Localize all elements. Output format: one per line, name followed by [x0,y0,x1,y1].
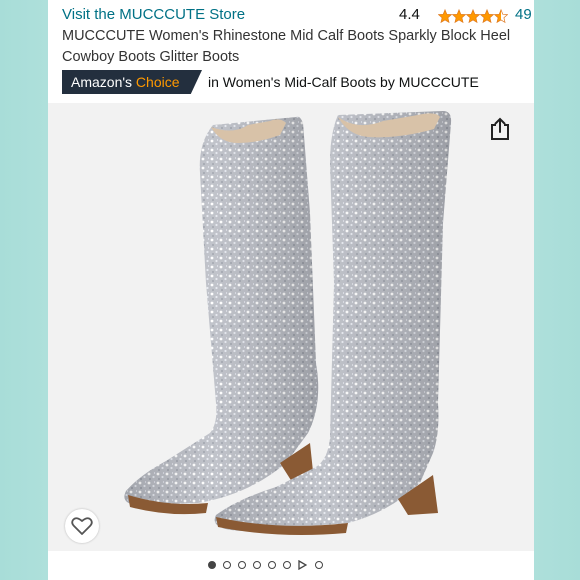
star-icon [480,9,494,23]
amazons-choice-badge[interactable]: Amazon's Choice [62,70,202,94]
product-image-boots [124,111,452,535]
star-rating[interactable] [438,8,508,24]
rating-value: 4.4 [399,6,420,23]
product-title: MUCCCUTE Women's Rhinestone Mid Calf Boo… [62,28,511,65]
rating-count-link[interactable]: 49 [515,6,532,23]
carousel-dot[interactable] [223,561,231,569]
star-icon [438,9,452,23]
star-icon [466,9,480,23]
carousel-dot[interactable] [238,561,246,569]
share-icon [491,117,509,140]
favorite-button[interactable] [65,509,99,543]
left-boot [124,116,319,515]
carousel-video-indicator[interactable] [298,560,308,570]
badge-prefix: Amazon's [71,74,133,90]
store-link[interactable]: Visit the MUCCCUTE Store [62,6,245,23]
badge-category[interactable]: in Women's Mid-Calf Boots by MUCCCUTE [208,74,479,90]
carousel-dot[interactable] [253,561,261,569]
badge-highlight: Choice [135,74,180,90]
badge-row: Amazon's Choice in Women's Mid-Calf Boot… [62,70,522,94]
share-button[interactable] [484,113,516,145]
carousel-dot[interactable] [268,561,276,569]
carousel-dot[interactable] [208,561,216,569]
star-icon [452,9,466,23]
store-rating-row: Visit the MUCCCUTE Store 4.4 49 [62,5,532,27]
heart-icon [71,517,93,535]
half-star-icon [494,9,508,23]
product-image-area[interactable] [48,103,534,551]
product-card: Visit the MUCCCUTE Store 4.4 49 MUCCCUTE… [48,0,534,580]
carousel-dot[interactable] [315,561,323,569]
carousel-dot[interactable] [283,561,291,569]
carousel-indicators [208,558,323,572]
badge-label: Amazon's Choice [71,74,180,90]
